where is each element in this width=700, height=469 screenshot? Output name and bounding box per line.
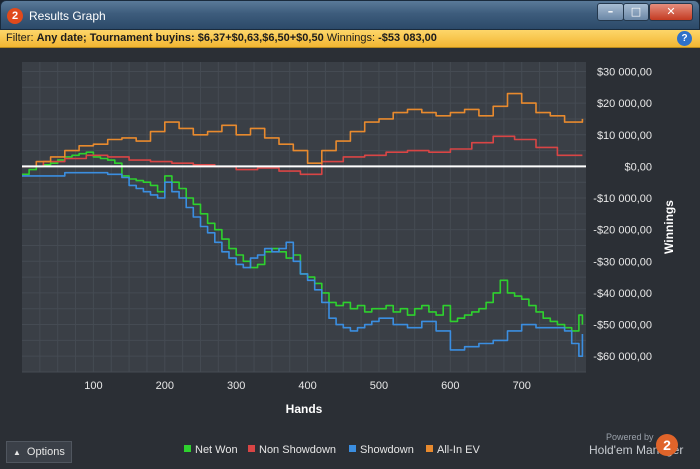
options-label: Options — [26, 446, 65, 458]
legend-label-all-in-ev: All-In EV — [437, 444, 480, 456]
help-icon[interactable]: ? — [677, 31, 692, 46]
x-tick-label: 500 — [370, 380, 388, 392]
y-tick-label: -$40 000,00 — [593, 288, 652, 300]
winnings-value: -$53 083,00 — [378, 32, 437, 44]
y-tick-label: -$10 000,00 — [593, 193, 652, 205]
net-won-swatch — [184, 445, 191, 452]
y-tick-label: -$30 000,00 — [593, 256, 652, 268]
y-tick-label: $10 000,00 — [597, 130, 652, 142]
filter-bar: Filter: Any date; Tournament buyins: $6,… — [0, 30, 700, 48]
legend-item-showdown[interactable]: Showdown — [349, 444, 414, 456]
x-tick-label: 600 — [441, 380, 459, 392]
legend-label-non-showdown: Non Showdown — [259, 444, 337, 456]
legend-item-all-in-ev[interactable]: All-In EV — [426, 444, 480, 456]
y-tick-label: -$50 000,00 — [593, 320, 652, 332]
options-button[interactable]: ▲ Options — [6, 441, 72, 463]
legend-item-net-won[interactable]: Net Won — [184, 444, 238, 456]
legend-label-showdown: Showdown — [360, 444, 414, 456]
y-tick-label: -$60 000,00 — [593, 351, 652, 363]
x-tick-label: 200 — [156, 380, 174, 392]
y-tick-label: $30 000,00 — [597, 66, 652, 78]
y-axis-title: Winnings — [662, 200, 676, 254]
window-titlebar: 2 Results Graph – □ ✕ — [0, 0, 700, 30]
powered-by-text: Powered by — [606, 432, 654, 442]
showdown-swatch — [349, 445, 356, 452]
window-title: Results Graph — [29, 9, 106, 23]
x-axis-title: Hands — [286, 402, 323, 416]
y-tick-label: $20 000,00 — [597, 98, 652, 110]
legend-item-non-showdown[interactable]: Non Showdown — [248, 444, 336, 456]
x-tick-label: 400 — [298, 380, 316, 392]
filter-criteria: Any date; Tournament buyins: $6,37+$0,63… — [36, 32, 324, 44]
y-tick-label: -$20 000,00 — [593, 225, 652, 237]
chevron-up-icon: ▲ — [13, 448, 21, 457]
close-button[interactable]: ✕ — [649, 3, 693, 21]
x-tick-label: 100 — [84, 380, 102, 392]
all-in-ev-swatch — [426, 445, 433, 452]
non-showdown-swatch — [248, 445, 255, 452]
brand-logo-icon: 2 — [656, 434, 678, 456]
winnings-label: Winnings: — [326, 32, 376, 44]
legend-label-net-won: Net Won — [195, 444, 238, 456]
filter-prefix: Filter: — [6, 32, 34, 44]
results-chart: $30 000,00 $20 000,00 $10 000,00 $0,00 -$10 … — [22, 62, 676, 416]
x-tick-label: 300 — [227, 380, 245, 392]
app-logo-icon: 2 — [7, 8, 23, 24]
y-tick-label: $0,00 — [624, 161, 652, 173]
maximize-button[interactable]: □ — [623, 3, 649, 21]
minimize-button[interactable]: – — [597, 3, 624, 21]
x-tick-label: 700 — [513, 380, 531, 392]
plot-area — [22, 62, 586, 372]
